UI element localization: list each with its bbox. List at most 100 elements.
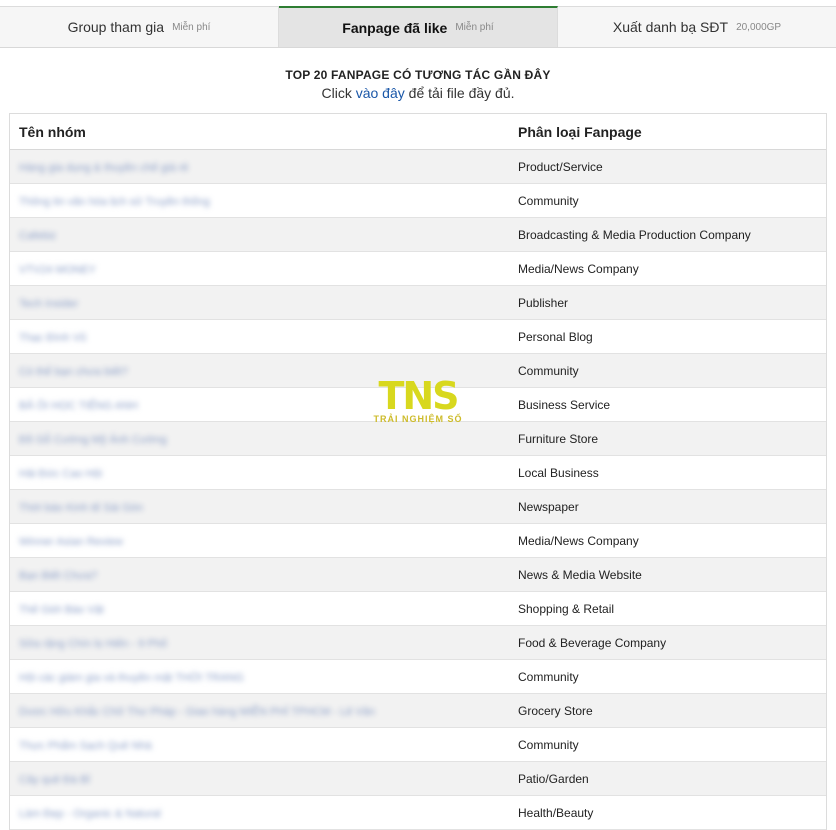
tab-label: Fanpage đã like	[342, 19, 448, 36]
tab-label: Xuất danh bạ SĐT	[612, 19, 729, 35]
fanpage-name-link[interactable]: Hội các giám gia và thuyền mặt THỜI TRAN…	[19, 672, 244, 684]
table-row: Hàng gia dụng & thuyền chế giá rẻ Product…	[10, 150, 826, 184]
header-fanpage-category: Phân loại Fanpage	[518, 123, 642, 140]
fanpage-table: Tên nhóm Phân loại Fanpage Hàng gia dụng…	[9, 113, 827, 830]
cell-fanpage-category: Community	[518, 193, 579, 208]
table-row: BẢ ÔI HỌC TIẾNG ANH Business Service	[10, 388, 826, 422]
cell-fanpage-category: Newspaper	[518, 499, 579, 514]
download-suffix: để tải file đầy đủ.	[404, 85, 515, 101]
table-body: Hàng gia dụng & thuyền chế giá rẻ Product…	[10, 150, 826, 830]
section-title: TOP 20 FANPAGE CÓ TƯƠNG TÁC GẦN ĐÂY	[285, 68, 551, 82]
table-row: Thạc Đình Vũ Personal Blog	[10, 320, 826, 354]
table-row: Thông tin văn hóa lịch sử Truyền thống Co…	[10, 184, 826, 218]
header-group-name: Tên nhóm	[19, 123, 86, 140]
fanpage-name-link[interactable]: Tech Insider	[19, 298, 78, 310]
cell-group-name: Thông tin văn hóa lịch sử Truyền thống	[10, 194, 508, 208]
cell-fanpage-category: Local Business	[518, 465, 599, 480]
fanpage-name-link[interactable]: Làm Đẹp - Organic & Natural	[19, 808, 161, 820]
table-row: Sữa rặng Chín lọ Hiến - 9 Phố Food & Beve…	[10, 626, 826, 660]
table-row: VTV24 MONEY Media/News Company	[10, 252, 826, 286]
cell-fanpage-category: Patio/Garden	[518, 771, 589, 786]
tab-export-contacts[interactable]: Xuất danh bạ SĐT 20,000GP	[558, 6, 836, 47]
cell-group-name: Cây quê Đà Bỉ	[10, 772, 508, 786]
table-row: Thời báo Kinh tế Sài Gòn Newspaper	[10, 490, 826, 524]
fanpage-name-link[interactable]: Winner Asian Review	[19, 536, 123, 548]
cell-fanpage-category: Media/News Company	[518, 533, 639, 548]
fanpage-name-link[interactable]: Thế Giới Báo Vật	[19, 604, 104, 616]
cell-group-name: Thời báo Kinh tế Sài Gòn	[10, 500, 508, 514]
cell-fanpage-category: Personal Blog	[518, 329, 593, 344]
cell-fanpage-category: Publisher	[518, 295, 569, 310]
download-line: Click vào đây để tải file đầy đủ.	[0, 85, 836, 101]
table-row: Cafebiz Broadcasting & Media Production C…	[10, 218, 826, 252]
tab-badge: 20,000GP	[736, 21, 782, 33]
fanpage-name-link[interactable]: Cafebiz	[19, 230, 56, 242]
table-row: Hội các giám gia và thuyền mặt THỜI TRAN…	[10, 660, 826, 694]
fanpage-name-link[interactable]: BẢ ÔI HỌC TIẾNG ANH	[19, 400, 138, 412]
cell-group-name: Đồ Gỗ Cường Mỹ Ánh Cường	[10, 432, 508, 446]
tab-badge: Miễn phí	[455, 22, 494, 33]
table-row: Làm Đẹp - Organic & Natural Health/Beauty	[10, 796, 826, 830]
fanpage-name-link[interactable]: Thông tin văn hóa lịch sử Truyền thống	[19, 196, 210, 208]
cell-group-name: Làm Đẹp - Organic & Natural	[10, 806, 508, 820]
cell-group-name: Thực Phẩm Sạch Quê Nhà	[10, 738, 508, 752]
fanpage-name-link[interactable]: Sữa rặng Chín lọ Hiến - 9 Phố	[19, 638, 167, 650]
table-row: Đồ Gỗ Cường Mỹ Ánh Cường Furniture Store	[10, 422, 826, 456]
fanpage-name-link[interactable]: Hải Đức Cao Hội	[19, 468, 102, 480]
tab-bar: Group tham gia Miễn phí Fanpage đã like …	[0, 6, 836, 48]
cell-fanpage-category: Community	[518, 363, 579, 378]
cell-group-name: Có thể bạn chưa biết?	[10, 364, 508, 378]
tab-liked-fanpages[interactable]: Fanpage đã like Miễn phí	[279, 6, 558, 47]
table-header: Tên nhóm Phân loại Fanpage	[10, 114, 826, 150]
cell-fanpage-category: Community	[518, 669, 579, 684]
fanpage-name-link[interactable]: Thực Phẩm Sạch Quê Nhà	[19, 740, 152, 752]
cell-group-name: BẢ ÔI HỌC TIẾNG ANH	[10, 398, 508, 412]
table-row: Có thể bạn chưa biết? Community	[10, 354, 826, 388]
cell-group-name: VTV24 MONEY	[10, 262, 508, 276]
cell-fanpage-category: Food & Beverage Company	[518, 635, 667, 650]
tab-label: Group tham gia	[67, 19, 165, 35]
cell-fanpage-category: Furniture Store	[518, 431, 599, 446]
cell-group-name: Hải Đức Cao Hội	[10, 466, 508, 480]
cell-fanpage-category: Community	[518, 737, 579, 752]
fanpage-name-link[interactable]: Đồ Gỗ Cường Mỹ Ánh Cường	[19, 434, 167, 446]
table-row: Tech Insider Publisher	[10, 286, 826, 320]
table-row: Bạn Biết Chưa? News & Media Website	[10, 558, 826, 592]
cell-group-name: Dược Hữu Khắc Chữ Thư Pháp - Giao hàng M…	[10, 704, 508, 718]
cell-fanpage-category: Broadcasting & Media Production Company	[518, 227, 751, 242]
download-link[interactable]: vào đây	[356, 85, 405, 101]
cell-fanpage-category: News & Media Website	[518, 567, 642, 582]
table-row: Dược Hữu Khắc Chữ Thư Pháp - Giao hàng M…	[10, 694, 826, 728]
fanpage-name-link[interactable]: VTV24 MONEY	[19, 264, 96, 276]
fanpage-name-link[interactable]: Hàng gia dụng & thuyền chế giá rẻ	[19, 162, 188, 174]
fanpage-name-link[interactable]: Bạn Biết Chưa?	[19, 570, 97, 582]
cell-group-name: Tech Insider	[10, 296, 508, 310]
cell-fanpage-category: Grocery Store	[518, 703, 593, 718]
cell-group-name: Winner Asian Review	[10, 534, 508, 548]
fanpage-name-link[interactable]: Có thể bạn chưa biết?	[19, 366, 128, 378]
table-row: Hải Đức Cao Hội Local Business	[10, 456, 826, 490]
fanpage-name-link[interactable]: Thạc Đình Vũ	[19, 332, 86, 344]
cell-group-name: Sữa rặng Chín lọ Hiến - 9 Phố	[10, 636, 508, 650]
cell-group-name: Thạc Đình Vũ	[10, 330, 508, 344]
fanpage-name-link[interactable]: Dược Hữu Khắc Chữ Thư Pháp - Giao hàng M…	[19, 706, 375, 718]
tab-group-joined[interactable]: Group tham gia Miễn phí	[0, 6, 279, 47]
cell-group-name: Hội các giám gia và thuyền mặt THỜI TRAN…	[10, 670, 508, 684]
fanpage-name-link[interactable]: Cây quê Đà Bỉ	[19, 774, 90, 786]
cell-fanpage-category: Business Service	[518, 397, 611, 412]
table-row: Thế Giới Báo Vật Shopping & Retail	[10, 592, 826, 626]
cell-fanpage-category: Health/Beauty	[518, 805, 594, 820]
cell-group-name: Hàng gia dụng & thuyền chế giá rẻ	[10, 160, 508, 174]
table-row: Thực Phẩm Sạch Quê Nhà Community	[10, 728, 826, 762]
cell-fanpage-category: Product/Service	[518, 159, 603, 174]
cell-group-name: Thế Giới Báo Vật	[10, 602, 508, 616]
cell-group-name: Cafebiz	[10, 228, 508, 242]
fanpage-name-link[interactable]: Thời báo Kinh tế Sài Gòn	[19, 502, 143, 514]
table-row: Winner Asian Review Media/News Company	[10, 524, 826, 558]
cell-fanpage-category: Shopping & Retail	[518, 601, 615, 616]
download-prefix: Click	[321, 85, 356, 101]
cell-group-name: Bạn Biết Chưa?	[10, 568, 508, 582]
tab-badge: Miễn phí	[172, 21, 211, 33]
cell-fanpage-category: Media/News Company	[518, 261, 639, 276]
table-row: Cây quê Đà Bỉ Patio/Garden	[10, 762, 826, 796]
